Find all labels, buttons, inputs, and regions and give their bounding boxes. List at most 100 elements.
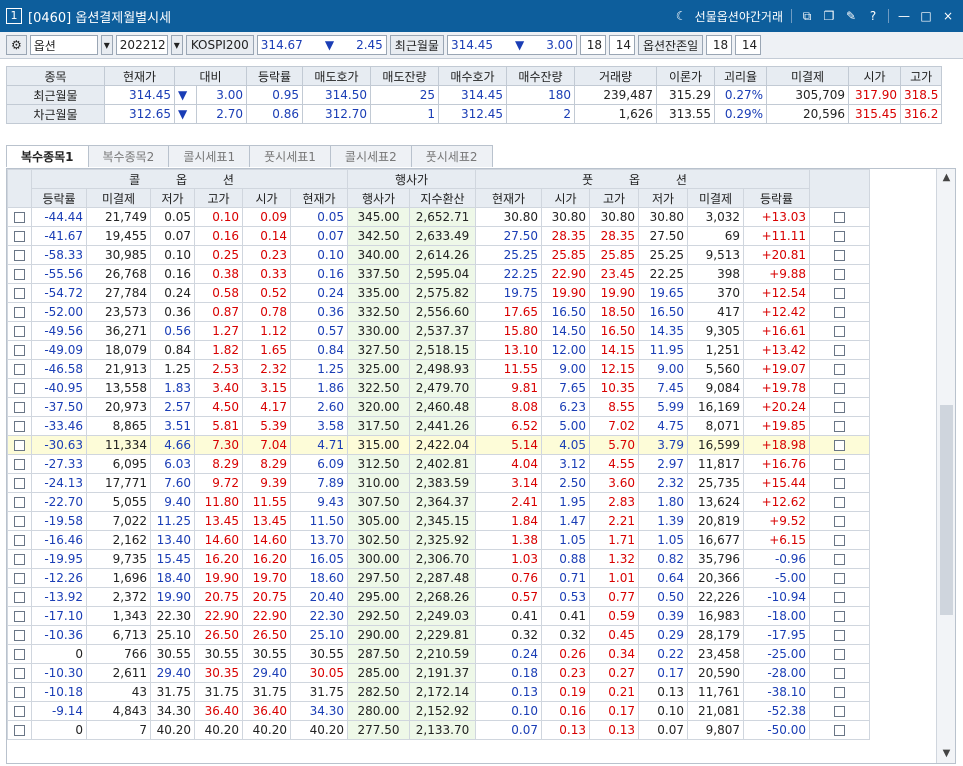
put-column-header[interactable]: 고가 — [589, 188, 639, 208]
minimize-icon[interactable]: — — [897, 9, 911, 23]
copy-icon[interactable]: ❐ — [822, 9, 836, 23]
row-checkbox[interactable] — [809, 568, 870, 588]
row-checkbox[interactable] — [7, 340, 32, 360]
vertical-scrollbar[interactable]: ▲ ▼ — [936, 169, 955, 763]
maximize-icon[interactable]: □ — [919, 9, 933, 23]
checkbox-icon[interactable] — [834, 706, 845, 717]
option-row[interactable]: -9.14 4,843 34.30 36.40 36.40 34.30 280.00 2,15… — [7, 701, 891, 721]
row-checkbox[interactable] — [809, 416, 870, 436]
strike-column-header[interactable]: 지수환산 — [409, 188, 476, 208]
row-checkbox[interactable] — [7, 530, 32, 550]
checkbox-icon[interactable] — [834, 212, 845, 223]
checkbox-icon[interactable] — [834, 649, 845, 660]
tab-1[interactable]: 복수종목1 — [6, 145, 89, 167]
row-checkbox[interactable] — [809, 435, 870, 455]
row-checkbox[interactable] — [809, 587, 870, 607]
row-checkbox[interactable] — [809, 625, 870, 645]
row-checkbox[interactable] — [7, 416, 32, 436]
summary-row[interactable]: 차근월물 312.65 ▼ 2.70 0.86 312.70 1 312.45 2 1,626 31… — [6, 104, 943, 124]
checkbox-icon[interactable] — [14, 630, 25, 641]
option-row[interactable]: -49.09 18,079 0.84 1.82 1.65 0.84 327.50 2,518.… — [7, 340, 891, 360]
checkbox-icon[interactable] — [14, 535, 25, 546]
row-checkbox[interactable] — [7, 473, 32, 493]
row-checkbox[interactable] — [809, 511, 870, 531]
call-column-header[interactable]: 현재가 — [290, 188, 348, 208]
row-checkbox[interactable] — [7, 492, 32, 512]
scroll-up-icon[interactable]: ▲ — [937, 169, 955, 187]
row-checkbox[interactable] — [809, 644, 870, 664]
row-checkbox[interactable] — [7, 511, 32, 531]
tab-6[interactable]: 풋시세표2 — [410, 145, 493, 167]
option-row[interactable]: -49.56 36,271 0.56 1.27 1.12 0.57 330.00 2,537.… — [7, 321, 891, 341]
checkbox-icon[interactable] — [14, 440, 25, 451]
row-checkbox[interactable] — [809, 397, 870, 417]
tab-2[interactable]: 복수종목2 — [87, 145, 170, 167]
row-checkbox[interactable] — [7, 226, 32, 246]
settings-button[interactable]: ⚙ — [6, 35, 27, 55]
row-checkbox[interactable] — [809, 663, 870, 683]
checkbox-icon[interactable] — [14, 288, 25, 299]
checkbox-icon[interactable] — [14, 649, 25, 660]
option-row[interactable]: -40.95 13,558 1.83 3.40 3.15 1.86 322.50 2,479.… — [7, 378, 891, 398]
put-column-header[interactable]: 등락률 — [743, 188, 810, 208]
tab-5[interactable]: 콜시세표2 — [329, 145, 412, 167]
checkbox-icon[interactable] — [834, 725, 845, 736]
help-icon[interactable]: ? — [866, 9, 880, 23]
option-price-grid[interactable]: 콜 옵 션 행사가 풋 옵 션 등락률 미결제 저가 고가 시가 현재가 행사가 지수환산 현재… — [6, 168, 956, 764]
checkbox-icon[interactable] — [14, 459, 25, 470]
option-row[interactable]: -54.72 27,784 0.24 0.58 0.52 0.24 335.00 2,575.… — [7, 283, 891, 303]
option-row[interactable]: -37.50 20,973 2.57 4.50 4.17 2.60 320.00 2,460.… — [7, 397, 891, 417]
row-checkbox[interactable] — [809, 226, 870, 246]
checkbox-icon[interactable] — [14, 478, 25, 489]
checkbox-icon[interactable] — [14, 611, 25, 622]
row-checkbox[interactable] — [809, 264, 870, 284]
checkbox-icon[interactable] — [834, 554, 845, 565]
option-row[interactable]: -52.00 23,573 0.36 0.87 0.78 0.36 332.50 2,556.… — [7, 302, 891, 322]
row-checkbox[interactable] — [809, 454, 870, 474]
row-checkbox[interactable] — [7, 587, 32, 607]
checkbox-icon[interactable] — [834, 383, 845, 394]
call-column-header[interactable]: 시가 — [242, 188, 291, 208]
row-checkbox[interactable] — [7, 378, 32, 398]
row-checkbox[interactable] — [7, 321, 32, 341]
tab-4[interactable]: 풋시세표1 — [249, 145, 331, 167]
checkbox-icon[interactable] — [14, 592, 25, 603]
checkbox-icon[interactable] — [14, 307, 25, 318]
checkbox-icon[interactable] — [14, 345, 25, 356]
row-checkbox[interactable] — [7, 245, 32, 265]
row-checkbox[interactable] — [7, 283, 32, 303]
checkbox-icon[interactable] — [834, 459, 845, 470]
row-checkbox[interactable] — [7, 644, 32, 664]
checkbox-icon[interactable] — [834, 288, 845, 299]
row-checkbox[interactable] — [809, 245, 870, 265]
summary-row[interactable]: 최근월물 314.45 ▼ 3.00 0.95 314.50 25 314.45 180 239,… — [6, 85, 943, 105]
checkbox-icon[interactable] — [834, 250, 845, 261]
row-checkbox[interactable] — [809, 473, 870, 493]
option-row[interactable]: -24.13 17,771 7.60 9.72 9.39 7.89 310.00 2,383.… — [7, 473, 891, 493]
row-checkbox[interactable] — [7, 606, 32, 626]
put-column-header[interactable]: 미결제 — [687, 188, 744, 208]
option-row[interactable]: -13.92 2,372 19.90 20.75 20.75 20.40 295.00 2,2… — [7, 587, 891, 607]
checkbox-icon[interactable] — [834, 592, 845, 603]
row-checkbox[interactable] — [7, 701, 32, 721]
row-checkbox[interactable] — [809, 302, 870, 322]
row-checkbox[interactable] — [7, 549, 32, 569]
row-checkbox[interactable] — [7, 302, 32, 322]
scroll-thumb[interactable] — [940, 405, 953, 615]
checkbox-icon[interactable] — [834, 478, 845, 489]
option-row[interactable]: -30.63 11,334 4.66 7.30 7.04 4.71 315.00 2,422.… — [7, 435, 891, 455]
option-row[interactable]: -19.58 7,022 11.25 13.45 13.45 11.50 305.00 2,3… — [7, 511, 891, 531]
month-select[interactable]: 202212 — [115, 35, 168, 55]
checkbox-icon[interactable] — [834, 687, 845, 698]
checkbox-icon[interactable] — [14, 706, 25, 717]
call-column-header[interactable]: 고가 — [194, 188, 243, 208]
checkbox-icon[interactable] — [834, 326, 845, 337]
checkbox-icon[interactable] — [834, 668, 845, 679]
row-checkbox[interactable] — [809, 207, 870, 227]
checkbox-icon[interactable] — [14, 402, 25, 413]
checkbox-icon[interactable] — [834, 630, 845, 641]
checkbox-icon[interactable] — [834, 345, 845, 356]
checkbox-icon[interactable] — [834, 535, 845, 546]
night-trade-link[interactable]: 선물옵션야간거래 — [695, 8, 783, 25]
month-dropdown-button[interactable]: ▾ — [100, 35, 113, 55]
